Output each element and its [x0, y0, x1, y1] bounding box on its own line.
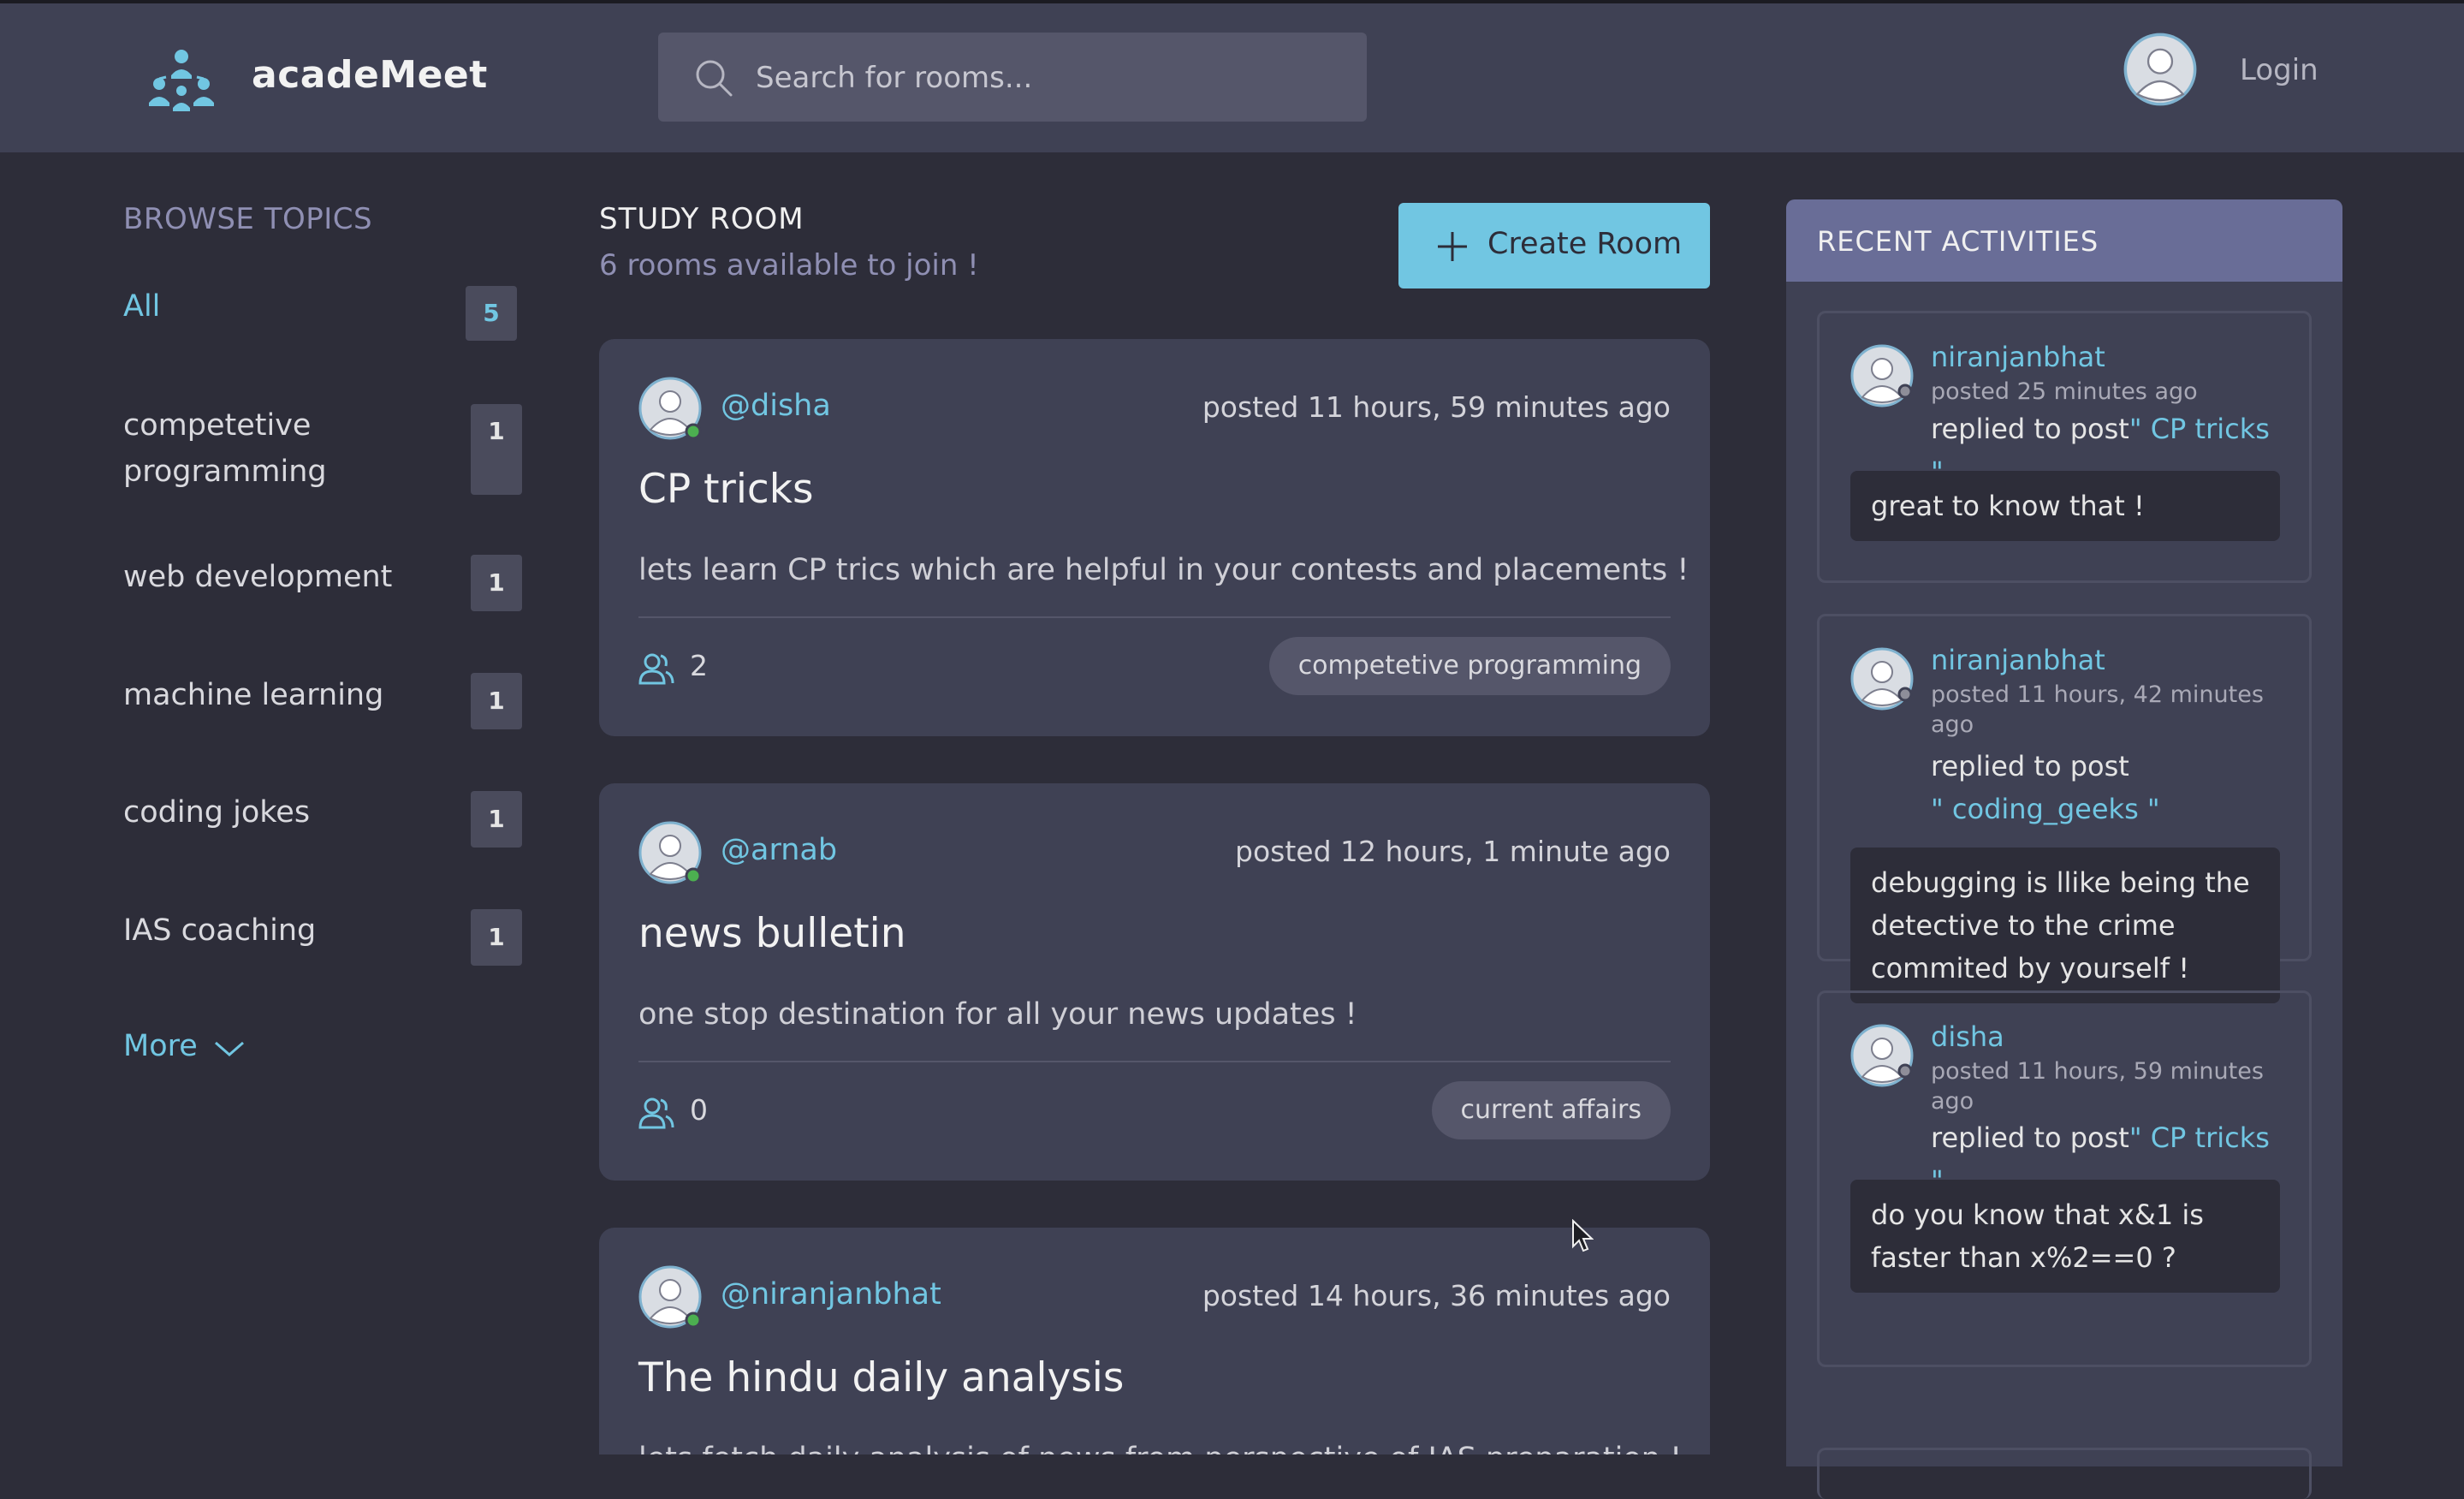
- topic-ias-coaching[interactable]: IAS coaching: [123, 907, 316, 954]
- search-bar[interactable]: [658, 33, 1367, 122]
- room-description: lets fetch daily analysis of news from p…: [638, 1442, 1682, 1454]
- room-title[interactable]: news bulletin: [638, 910, 906, 957]
- login-link[interactable]: Login: [2240, 53, 2319, 87]
- room-title[interactable]: The hindu daily analysis: [638, 1354, 1124, 1401]
- room-posted-time: posted 11 hours, 59 minutes ago: [1202, 390, 1671, 424]
- activity-action-text: replied to post: [1931, 750, 2129, 782]
- study-room-heading: STUDY ROOM: [599, 202, 805, 236]
- mouse-cursor-icon: [1572, 1219, 1594, 1252]
- room-description: lets learn CP trics which are helpful in…: [638, 553, 1689, 587]
- recent-activities-header: RECENT ACTIVITIES: [1786, 199, 2342, 282]
- activity-user-avatar[interactable]: [1850, 344, 1914, 407]
- user-avatar[interactable]: [2123, 33, 2197, 106]
- topic-count-badge: 1: [471, 909, 522, 966]
- divider: [638, 1061, 1671, 1062]
- top-navbar: acadeMeet Login: [0, 3, 2464, 152]
- divider: [638, 616, 1671, 618]
- activity-message: debugging is llike being the detective t…: [1850, 848, 2280, 1003]
- chevron-down-icon[interactable]: [212, 1036, 246, 1062]
- host-avatar[interactable]: [638, 1265, 702, 1329]
- participant-count: 2: [690, 649, 708, 682]
- activity-card: niranjanbhat posted 11 hours, 42 minutes…: [1817, 614, 2312, 1003]
- rooms-available-count: 6 rooms available to join !: [599, 248, 979, 283]
- activity-posted-time: posted 25 minutes ago: [1931, 378, 2198, 405]
- room-title[interactable]: CP tricks: [638, 466, 813, 513]
- topic-all[interactable]: All: [123, 283, 160, 330]
- room-card[interactable]: @niranjanbhat posted 14 hours, 36 minute…: [599, 1228, 1710, 1454]
- activity-message: do you know that x&1 is faster than x%2=…: [1850, 1180, 2280, 1293]
- participant-count: 0: [690, 1093, 708, 1127]
- activity-card: niranjanbhat posted 25 minutes ago repli…: [1817, 311, 2312, 583]
- room-posted-time: posted 14 hours, 36 minutes ago: [1202, 1279, 1671, 1312]
- recent-activities-panel: RECENT ACTIVITIES niranjanbhat posted 25…: [1786, 199, 2342, 1499]
- topic-count-badge: 1: [471, 673, 522, 729]
- topic-count-badge: 1: [471, 791, 522, 848]
- activity-card: disha posted 11 hours, 59 minutes ago re…: [1817, 990, 2312, 1367]
- room-host[interactable]: @niranjanbhat: [721, 1277, 941, 1312]
- activity-action-text: replied to post: [1931, 413, 2129, 445]
- create-room-label: Create Room: [1487, 227, 1683, 261]
- activity-action-text: replied to post: [1931, 1121, 2129, 1154]
- activity-post-link[interactable]: " coding_geeks ": [1931, 793, 2160, 825]
- activity-user[interactable]: disha: [1931, 1020, 2004, 1053]
- activity-posted-time: posted 11 hours, 42 minutes ago: [1931, 681, 2264, 738]
- room-topic-tag[interactable]: competetive programming: [1268, 637, 1671, 695]
- people-icon: [638, 1097, 674, 1129]
- activity-card: [1817, 1448, 2312, 1499]
- topic-competetive-programming[interactable]: competetive programming: [123, 402, 397, 495]
- search-icon: [696, 60, 733, 97]
- plus-icon: [1438, 232, 1467, 261]
- topic-web-development[interactable]: web development: [123, 554, 392, 600]
- create-room-button[interactable]: Create Room: [1398, 203, 1710, 288]
- activity-user[interactable]: niranjanbhat: [1931, 644, 2105, 676]
- brand-name[interactable]: acadeMeet: [252, 53, 488, 97]
- host-avatar[interactable]: [638, 377, 702, 440]
- topic-machine-learning[interactable]: machine learning: [123, 672, 383, 718]
- room-topic-tag[interactable]: current affairs: [1431, 1081, 1671, 1139]
- activity-user-avatar[interactable]: [1850, 647, 1914, 711]
- topic-count-badge: 5: [466, 286, 517, 341]
- topic-count-badge: 1: [471, 404, 522, 495]
- room-posted-time: posted 12 hours, 1 minute ago: [1235, 835, 1671, 868]
- activity-action: replied to post " coding_geeks ": [1931, 745, 2290, 830]
- search-input[interactable]: [754, 55, 1339, 101]
- room-card[interactable]: @arnab posted 12 hours, 1 minute ago new…: [599, 783, 1710, 1181]
- recent-activities-title: RECENT ACTIVITIES: [1817, 225, 2099, 258]
- room-description: one stop destination for all your news u…: [638, 997, 1357, 1032]
- topic-count-badge: 1: [471, 555, 522, 611]
- activity-user[interactable]: niranjanbhat: [1931, 341, 2105, 373]
- room-host[interactable]: @disha: [721, 389, 831, 423]
- activity-posted-time: posted 11 hours, 59 minutes ago: [1931, 1058, 2264, 1115]
- people-icon: [638, 652, 674, 685]
- activity-user-avatar[interactable]: [1850, 1024, 1914, 1087]
- more-topics-button[interactable]: More: [123, 1029, 198, 1063]
- browse-topics-heading: BROWSE TOPICS: [123, 202, 373, 236]
- logo-icon[interactable]: [145, 46, 217, 113]
- topic-coding-jokes[interactable]: coding jokes: [123, 789, 310, 836]
- activity-message: great to know that !: [1850, 471, 2280, 541]
- room-host[interactable]: @arnab: [721, 833, 837, 867]
- room-card[interactable]: @disha posted 11 hours, 59 minutes ago C…: [599, 339, 1710, 736]
- host-avatar[interactable]: [638, 821, 702, 884]
